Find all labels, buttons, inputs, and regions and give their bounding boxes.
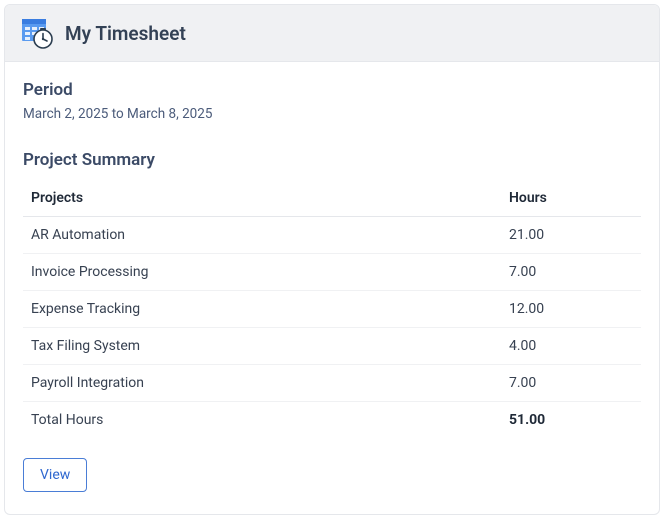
cell-hours: 12.00 [501, 291, 641, 328]
summary-title: Project Summary [23, 150, 641, 170]
period-label: Period [23, 80, 641, 100]
timesheet-card: My Timesheet Period March 2, 2025 to Mar… [4, 4, 660, 515]
card-header: My Timesheet [5, 5, 659, 62]
table-total-row: Total Hours 51.00 [23, 402, 641, 439]
cell-project: AR Automation [23, 217, 501, 254]
total-hours: 51.00 [501, 402, 641, 439]
table-row: Payroll Integration 7.00 [23, 365, 641, 402]
card-title: My Timesheet [65, 22, 186, 45]
cell-project: Expense Tracking [23, 291, 501, 328]
cell-hours: 4.00 [501, 328, 641, 365]
table-header-row: Projects Hours [23, 180, 641, 217]
card-body: Period March 2, 2025 to March 8, 2025 Pr… [5, 62, 659, 514]
table-row: Tax Filing System 4.00 [23, 328, 641, 365]
period-range: March 2, 2025 to March 8, 2025 [23, 106, 641, 122]
cell-project: Invoice Processing [23, 254, 501, 291]
cell-hours: 7.00 [501, 365, 641, 402]
table-row: Invoice Processing 7.00 [23, 254, 641, 291]
table-row: AR Automation 21.00 [23, 217, 641, 254]
summary-table: Projects Hours AR Automation 21.00 Invoi… [23, 180, 641, 438]
cell-hours: 21.00 [501, 217, 641, 254]
total-label: Total Hours [23, 402, 501, 439]
col-projects: Projects [23, 180, 501, 217]
timesheet-icon [21, 17, 53, 49]
col-hours: Hours [501, 180, 641, 217]
table-row: Expense Tracking 12.00 [23, 291, 641, 328]
cell-project: Tax Filing System [23, 328, 501, 365]
view-button[interactable]: View [23, 458, 87, 492]
cell-project: Payroll Integration [23, 365, 501, 402]
cell-hours: 7.00 [501, 254, 641, 291]
